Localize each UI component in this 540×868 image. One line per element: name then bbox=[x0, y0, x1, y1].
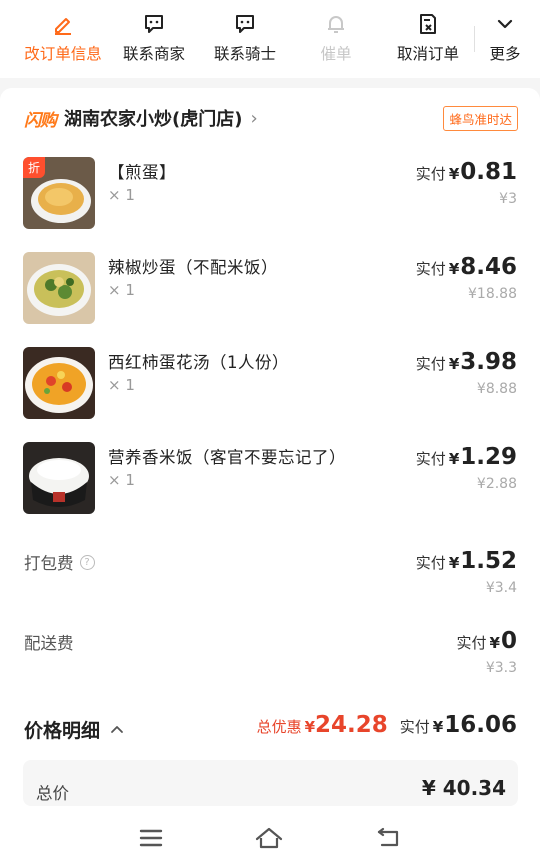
item-paid: 实付 ¥ 3.98 bbox=[416, 349, 517, 375]
urge-order-label: 催单 bbox=[320, 45, 352, 63]
paid-label: 实付 bbox=[415, 450, 446, 468]
original-price: ¥3.3 bbox=[485, 660, 517, 676]
urge-order-button[interactable]: 催单 bbox=[312, 0, 360, 64]
order-item[interactable]: 西红柿蛋花汤（1人份） × 1 实付 ¥ 3.98 ¥8.88 bbox=[0, 347, 540, 427]
edit-icon bbox=[55, 18, 71, 35]
total-paid: 实付 ¥ 16.06 bbox=[400, 712, 517, 738]
delivery-fee-row: 配送费 实付 ¥ 0 ¥3.3 bbox=[0, 626, 540, 686]
item-paid: 实付 ¥ 0.81 bbox=[416, 159, 517, 185]
cancel-order-button[interactable]: 取消订单 bbox=[390, 0, 466, 64]
paid-label: 实付 bbox=[415, 355, 446, 373]
paid-amount: 8.46 bbox=[460, 254, 517, 280]
currency-symbol: ¥ bbox=[448, 450, 460, 468]
contact-rider-label: 联系骑士 bbox=[213, 45, 276, 63]
paid-label: 实付 bbox=[415, 554, 446, 572]
chat-icon bbox=[145, 15, 163, 33]
currency-symbol: ¥ bbox=[489, 634, 500, 652]
original-price: ¥3 bbox=[499, 191, 517, 207]
cancel-doc-icon bbox=[420, 14, 436, 34]
edit-order-button[interactable]: 改订单信息 bbox=[16, 0, 110, 64]
item-paid: 实付 ¥ 1.29 bbox=[416, 444, 517, 470]
item-image-tomato-soup bbox=[23, 347, 95, 419]
total-price-label: 总价 bbox=[36, 784, 69, 803]
store-name: 湖南农家小炒(虎门店) bbox=[64, 109, 243, 130]
chevron-down-icon bbox=[497, 19, 513, 29]
paid-label: 实付 bbox=[415, 260, 446, 278]
total-discount-amount: 24.28 bbox=[315, 712, 388, 738]
more-label: 更多 bbox=[489, 45, 521, 63]
original-price: ¥8.88 bbox=[476, 381, 517, 397]
original-price: ¥3.4 bbox=[485, 580, 517, 596]
paid-amount: 1.29 bbox=[460, 444, 517, 470]
item-quantity: × 1 bbox=[108, 186, 135, 204]
item-name: 【煎蛋】 bbox=[108, 163, 176, 182]
item-name: 营养香米饭（客官不要忘记了） bbox=[108, 448, 346, 467]
order-item[interactable]: 营养香米饭（客官不要忘记了） × 1 实付 ¥ 1.29 ¥2.88 bbox=[0, 442, 540, 522]
menu-icon[interactable] bbox=[136, 824, 166, 852]
paid-label: 实付 bbox=[456, 634, 487, 652]
item-name: 辣椒炒蛋（不配米饭） bbox=[108, 258, 278, 277]
delivery-fee-label: 配送费 bbox=[24, 634, 74, 653]
currency-symbol: ¥ bbox=[448, 260, 460, 278]
total-discount-label: 总优惠 bbox=[256, 718, 302, 736]
bell-icon bbox=[328, 16, 344, 33]
contact-merchant-button[interactable]: 联系商家 bbox=[115, 0, 193, 64]
more-button[interactable]: 更多 bbox=[484, 0, 526, 64]
delivery-tag: 蜂鸟准时达 bbox=[443, 106, 518, 131]
item-image-fried-egg: 折 bbox=[23, 157, 95, 229]
help-icon[interactable]: ? bbox=[79, 554, 95, 570]
order-item[interactable]: 折 【煎蛋】 × 1 实付 ¥ 0.81 ¥3 bbox=[0, 157, 540, 237]
system-navigation-bar bbox=[0, 808, 540, 868]
paid-amount: 3.98 bbox=[460, 349, 517, 375]
paid-amount: 0 bbox=[500, 628, 517, 654]
total-paid-amount: 16.06 bbox=[444, 712, 517, 738]
chat-icon bbox=[236, 15, 254, 33]
contact-rider-button[interactable]: 联系骑士 bbox=[206, 0, 284, 64]
packaging-fee-label: 打包费 bbox=[24, 554, 74, 573]
item-image-pepper-egg bbox=[23, 252, 95, 324]
original-price: ¥2.88 bbox=[476, 476, 517, 492]
paid-amount: 0.81 bbox=[460, 159, 517, 185]
order-item[interactable]: 辣椒炒蛋（不配米饭） × 1 实付 ¥ 8.46 ¥18.88 bbox=[0, 252, 540, 332]
action-divider bbox=[474, 26, 475, 52]
discount-tag: 折 bbox=[23, 157, 46, 178]
back-icon[interactable] bbox=[374, 824, 404, 852]
delivery-fee-paid: 实付 ¥ 0 bbox=[457, 628, 517, 654]
price-detail-title: 价格明细 bbox=[24, 720, 101, 742]
currency-symbol: ¥ bbox=[448, 165, 460, 183]
total-price-box: 总价 ¥ 40.34 bbox=[23, 760, 518, 806]
item-quantity: × 1 bbox=[108, 471, 135, 489]
currency-symbol: ¥ bbox=[304, 718, 316, 736]
currency-symbol: ¥ bbox=[448, 355, 460, 373]
price-detail-header[interactable]: 价格明细 总优惠 ¥ 24.28 实付 ¥ 16.06 bbox=[0, 712, 540, 746]
item-quantity: × 1 bbox=[108, 281, 135, 299]
order-action-bar: 改订单信息 联系商家 联系骑士 催单 取消订单 更多 bbox=[0, 0, 540, 78]
flash-buy-badge: 闪购 bbox=[24, 110, 57, 131]
cancel-order-label: 取消订单 bbox=[396, 45, 459, 63]
chevron-up-icon bbox=[111, 725, 123, 733]
paid-label: 实付 bbox=[399, 718, 430, 736]
chevron-right-icon: › bbox=[250, 107, 258, 129]
paid-label: 实付 bbox=[415, 165, 446, 183]
item-quantity: × 1 bbox=[108, 376, 135, 394]
home-icon[interactable] bbox=[254, 824, 284, 852]
original-price: ¥18.88 bbox=[468, 286, 517, 302]
contact-merchant-label: 联系商家 bbox=[122, 45, 185, 63]
paid-amount: 1.52 bbox=[460, 548, 517, 574]
total-price-value: ¥ 40.34 bbox=[421, 776, 506, 800]
packaging-fee-paid: 实付 ¥ 1.52 bbox=[416, 548, 517, 574]
currency-symbol: ¥ bbox=[448, 554, 460, 572]
item-paid: 实付 ¥ 8.46 bbox=[416, 254, 517, 280]
item-image-rice bbox=[23, 442, 95, 514]
packaging-fee-row: 打包费 ? 实付 ¥ 1.52 ¥3.4 bbox=[0, 546, 540, 606]
store-header[interactable]: 闪购 湖南农家小炒(虎门店) › 蜂鸟准时达 bbox=[24, 104, 518, 132]
item-name: 西红柿蛋花汤（1人份） bbox=[108, 353, 289, 372]
currency-symbol: ¥ bbox=[432, 718, 444, 736]
edit-order-label: 改订单信息 bbox=[24, 45, 102, 63]
